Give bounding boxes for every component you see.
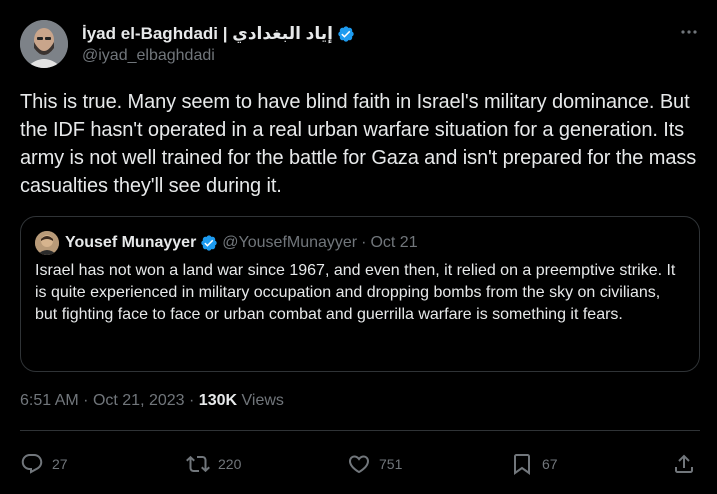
- views-count: 130K: [198, 392, 238, 409]
- bookmark-button[interactable]: 67: [510, 450, 558, 478]
- meta-separator: ·: [189, 392, 195, 409]
- action-bar: 27 220 751 67: [20, 450, 700, 478]
- reply-icon: [21, 454, 43, 474]
- like-button[interactable]: 751: [347, 450, 402, 478]
- tweet-date[interactable]: Oct 21, 2023: [93, 392, 185, 409]
- quoted-author-name: Yousef Munayyer: [65, 234, 197, 251]
- avatar-image: [20, 20, 68, 68]
- share-icon: [675, 454, 693, 473]
- author-handle[interactable]: @iyad_elbaghdadi: [82, 47, 355, 65]
- views-label: Views: [241, 392, 284, 409]
- quoted-author-handle: @YousefMunayyer: [222, 234, 358, 251]
- quoted-author-avatar: [35, 231, 59, 255]
- display-name-row: İyad el-Baghdadi | إياد البغدادي: [82, 22, 355, 46]
- author-display-name[interactable]: İyad el-Baghdadi | إياد البغدادي: [82, 24, 333, 44]
- share-button[interactable]: [672, 450, 704, 478]
- meta-separator: ·: [83, 392, 89, 409]
- heart-icon: [348, 455, 370, 474]
- tweet-text: This is true. Many seem to have blind fa…: [20, 91, 697, 197]
- quoted-date: Oct 21: [370, 234, 418, 251]
- author-avatar[interactable]: [20, 20, 68, 68]
- tweet-time[interactable]: 6:51 AM: [20, 392, 79, 409]
- quoted-tweet-text: Israel has not won a land war since 1967…: [35, 262, 676, 323]
- tweet-header: İyad el-Baghdadi | إياد البغدادي @iyad_e…: [20, 20, 700, 70]
- like-count: 751: [379, 456, 403, 472]
- retweet-icon: [186, 455, 210, 473]
- verified-badge-icon[interactable]: [337, 25, 355, 43]
- more-button[interactable]: [678, 24, 700, 40]
- quoted-separator: ·: [361, 234, 367, 251]
- reply-button[interactable]: 27: [20, 450, 68, 478]
- more-horizontal-icon: [681, 30, 697, 34]
- quoted-tweet[interactable]: Yousef Munayyer @YousefMunayyer · Oct 21…: [20, 216, 700, 372]
- retweet-count: 220: [218, 456, 242, 472]
- author-block: İyad el-Baghdadi | إياد البغدادي @iyad_e…: [82, 22, 355, 65]
- bookmark-count: 67: [542, 456, 558, 472]
- reply-count: 27: [52, 456, 68, 472]
- tweet-meta: 6:51 AM · Oct 21, 2023 · 130K Views: [20, 392, 284, 410]
- retweet-button[interactable]: 220: [186, 450, 241, 478]
- bookmark-icon: [514, 454, 530, 475]
- quoted-avatar-image: [35, 231, 59, 255]
- verified-badge-icon: [201, 235, 217, 251]
- divider: [20, 430, 700, 431]
- quoted-tweet-header: Yousef Munayyer @YousefMunayyer · Oct 21: [35, 231, 418, 255]
